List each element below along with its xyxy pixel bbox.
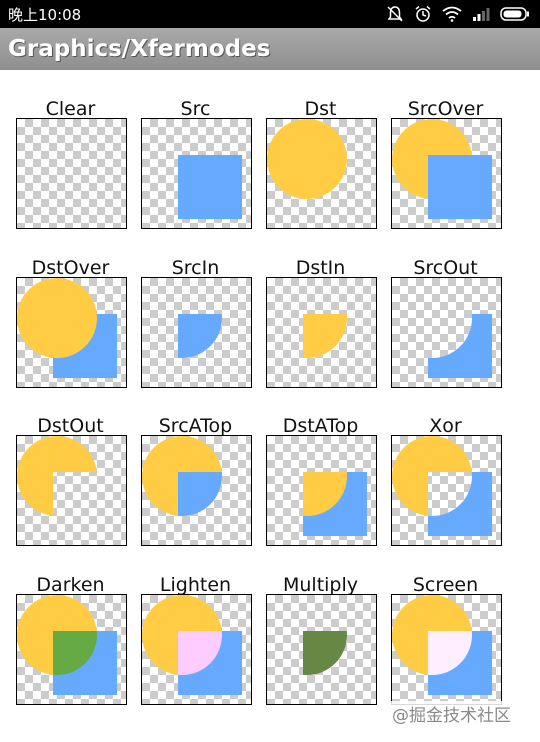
- composite-graphic: [392, 595, 492, 695]
- mode-label: SrcOver: [407, 98, 484, 120]
- composite-graphic: [428, 314, 492, 378]
- mode-sample-dstout: [16, 435, 127, 546]
- mode-label: Dst: [304, 98, 337, 120]
- mode-sample-lighten: [141, 594, 252, 705]
- alarm-clock-icon: [415, 5, 431, 22]
- composite-graphic: [178, 155, 242, 219]
- mode-sample-srcatop: [141, 435, 252, 546]
- mode-sample-screen: [391, 594, 502, 705]
- watermark: @掘金技术社区: [388, 701, 515, 726]
- composite-graphic: [392, 436, 492, 536]
- action-bar: Graphics/Xfermodes: [0, 28, 540, 70]
- mode-sample-srcover: [391, 118, 502, 229]
- mode-label: Darken: [36, 574, 105, 596]
- mode-label: SrcOut: [413, 257, 478, 279]
- mode-sample-multiply: [266, 594, 377, 705]
- composite-graphic: [178, 314, 222, 358]
- mode-label: SrcATop: [158, 415, 233, 437]
- mode-sample-dst: [266, 118, 377, 229]
- composite-graphic: [392, 119, 492, 219]
- composite-graphic: [303, 631, 347, 675]
- composite-graphic: [17, 278, 117, 378]
- mode-sample-srcout: [391, 277, 502, 388]
- mode-sample-dstin: [266, 277, 377, 388]
- mode-label: Screen: [412, 574, 479, 596]
- mode-label: DstATop: [282, 415, 359, 437]
- composite-graphic: [267, 119, 347, 199]
- mode-label: Multiply: [282, 574, 359, 596]
- status-icons: [386, 5, 530, 23]
- composite-graphic: [17, 119, 126, 228]
- mode-label: DstOver: [31, 257, 110, 279]
- mode-sample-clear: [16, 118, 127, 229]
- battery-icon: [500, 7, 529, 21]
- mode-label: SrcIn: [171, 257, 220, 279]
- mode-label: Clear: [45, 98, 96, 120]
- composite-graphic: [303, 472, 367, 536]
- mode-sample-darken: [16, 594, 127, 705]
- xfermode-grid: Clear Src Dst SrcOver DstOver SrcIn DstIn Src…: [0, 70, 540, 742]
- status-bar: 晚上10:08: [0, 0, 540, 28]
- mode-sample-srcin: [141, 277, 252, 388]
- page-title: Graphics/Xfermodes: [8, 36, 271, 62]
- mode-label: DstIn: [295, 257, 346, 279]
- mode-label: Src: [180, 98, 211, 120]
- signal-icon: [473, 8, 490, 21]
- status-time: 晚上10:08: [8, 5, 82, 24]
- mode-label: Xor: [429, 415, 462, 437]
- composite-graphic: [17, 595, 117, 695]
- composite-graphic: [142, 436, 222, 516]
- mode-sample-xor: [391, 435, 502, 546]
- mode-sample-dstatop: [266, 435, 377, 546]
- mode-label: Lighten: [159, 574, 232, 596]
- mode-sample-src: [141, 118, 252, 229]
- mode-label: DstOut: [37, 415, 104, 437]
- composite-graphic: [17, 436, 97, 516]
- mute-bell-icon: [387, 6, 403, 22]
- wifi-icon: [442, 6, 462, 22]
- composite-graphic: [142, 595, 242, 695]
- composite-graphic: [303, 314, 347, 358]
- mode-sample-dstover: [16, 277, 127, 388]
